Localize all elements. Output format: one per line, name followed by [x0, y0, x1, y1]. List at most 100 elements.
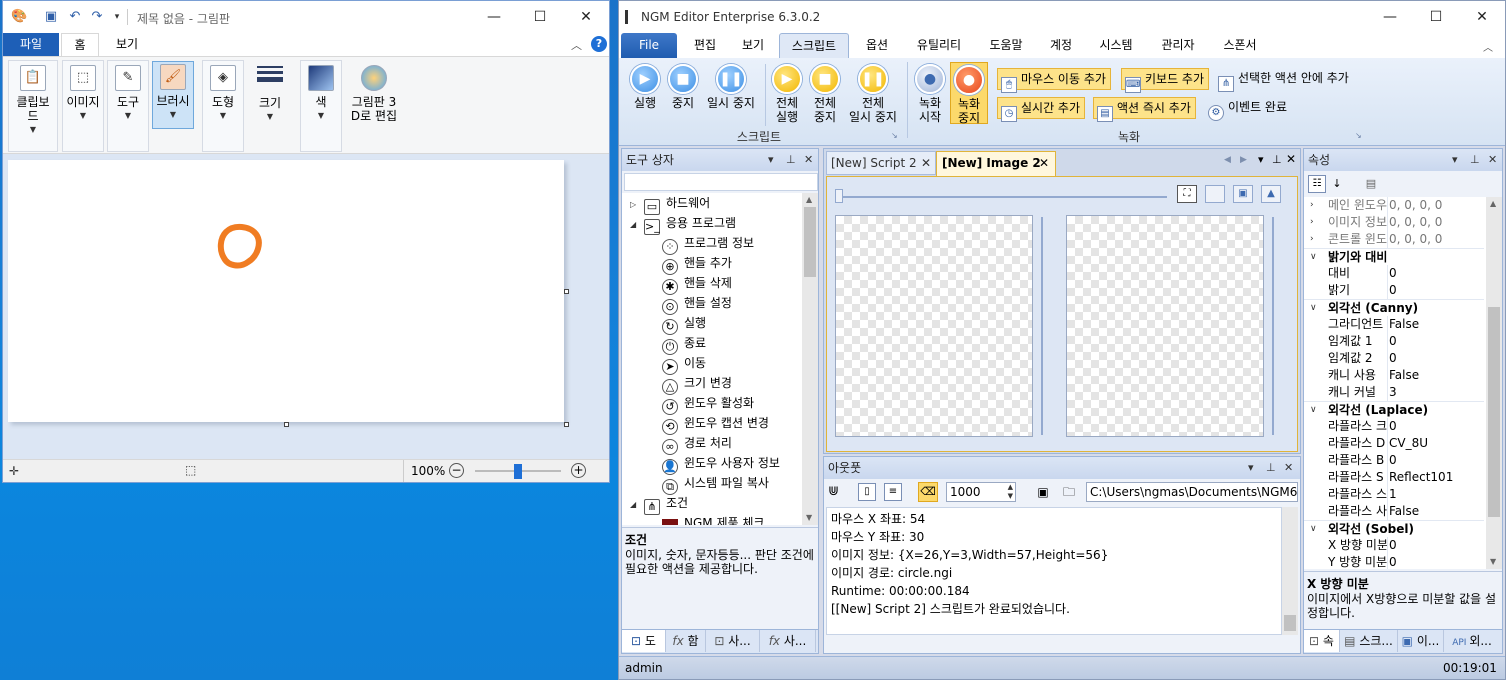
- property-value[interactable]: 0: [1389, 554, 1397, 569]
- image-icon[interactable]: ▣: [1233, 185, 1253, 203]
- add-action-now-button[interactable]: ▤ 액션 즉시 추가: [1093, 97, 1196, 122]
- zoom-slider-thumb[interactable]: [514, 464, 522, 479]
- menu-view[interactable]: 보기: [733, 33, 773, 58]
- paint-close-button[interactable]: ✕: [563, 1, 609, 33]
- tree-expander-icon[interactable]: ▷: [630, 195, 644, 215]
- property-value[interactable]: 0: [1389, 350, 1397, 367]
- property-value[interactable]: 0, 0, 0, 0: [1389, 231, 1442, 248]
- help-icon[interactable]: ?: [591, 36, 607, 52]
- property-row[interactable]: 라플라스 스1: [1304, 486, 1484, 503]
- tree-item[interactable]: ⟲ 윈도우 캡션 변경: [662, 413, 769, 435]
- tree-item[interactable]: ◢ >_ 응용 프로그램: [630, 213, 736, 235]
- shapes-button[interactable]: ◈ 도형 ▼: [202, 63, 244, 120]
- property-category[interactable]: ∨ 외각선 (Laplace): [1304, 401, 1484, 418]
- property-row[interactable]: 밝기 0: [1304, 282, 1484, 299]
- property-value[interactable]: CV_8U: [1389, 435, 1428, 452]
- scroll-tabs-right-icon[interactable]: ▶: [1240, 155, 1247, 165]
- spinner-icon[interactable]: ▲ ▼: [1008, 483, 1013, 501]
- tab-toolbox[interactable]: ⊡ 도: [622, 630, 666, 652]
- scroll-up-icon[interactable]: ▲: [806, 195, 812, 204]
- property-value[interactable]: 0: [1389, 282, 1397, 299]
- run-all-button[interactable]: ▶ 전체 실행: [769, 64, 805, 124]
- vertical-slider[interactable]: [1272, 217, 1274, 435]
- tree-item[interactable]: ∞ 경로 처리: [662, 433, 732, 455]
- expand-icon[interactable]: ›: [1310, 197, 1314, 214]
- property-value[interactable]: 0: [1389, 265, 1397, 282]
- event-complete-button[interactable]: ⚙ 이벤트 완료: [1205, 97, 1291, 121]
- pause-button[interactable]: ❚❚ 일시 중지: [703, 64, 759, 110]
- scroll-tabs-left-icon[interactable]: ◀: [1224, 155, 1231, 165]
- property-value[interactable]: False: [1389, 503, 1419, 520]
- property-value[interactable]: Reflect101: [1389, 469, 1453, 486]
- property-row[interactable]: 라플라스 S Reflect101: [1304, 469, 1484, 486]
- image-slider[interactable]: [837, 196, 1167, 198]
- property-row[interactable]: 그라디언트 False: [1304, 316, 1484, 333]
- tab-user-2[interactable]: fx 사...: [760, 630, 816, 652]
- collapse-icon[interactable]: ∨: [1310, 249, 1317, 266]
- size-button[interactable]: 크기 ▼: [249, 63, 291, 121]
- interval-input[interactable]: 1000 ▲ ▼: [946, 482, 1016, 502]
- stop-button[interactable]: ■ 중지: [663, 64, 703, 110]
- property-value[interactable]: 0: [1389, 333, 1397, 350]
- property-value[interactable]: 1: [1389, 486, 1397, 503]
- group-launcher-icon[interactable]: ↘: [1355, 131, 1362, 140]
- tree-item[interactable]: ■ NGM 제품 체크: [662, 513, 764, 525]
- pin-icon[interactable]: ⊥: [1266, 461, 1276, 474]
- dropdown-icon[interactable]: ▾: [1248, 461, 1254, 474]
- folder-icon[interactable]: 🗀: [1060, 483, 1078, 501]
- pause-all-button[interactable]: ❚❚ 전체 일시 중지: [845, 64, 901, 124]
- property-row[interactable]: 라플라스 크기0: [1304, 418, 1484, 435]
- tree-item[interactable]: ↺ 윈도우 활성화: [662, 393, 754, 415]
- properties-scrollbar[interactable]: ▲ ▼: [1486, 197, 1502, 569]
- property-row[interactable]: 임계값 1 0: [1304, 333, 1484, 350]
- scroll-up-icon[interactable]: ▲: [1490, 199, 1496, 208]
- add-in-selected-action-button[interactable]: ⋔ 선택한 액션 안에 추가: [1215, 68, 1353, 92]
- property-value[interactable]: 0: [1389, 452, 1397, 469]
- property-row[interactable]: › 메인 윈도우 0, 0, 0, 0: [1304, 197, 1484, 214]
- redo-icon[interactable]: ↷: [89, 9, 105, 25]
- property-row[interactable]: 라플라스 B 0: [1304, 452, 1484, 469]
- record-stop-button[interactable]: ● 녹화 중지: [950, 62, 988, 125]
- tree-item[interactable]: ⏻ 종료: [662, 333, 706, 355]
- scroll-down-icon[interactable]: ▼: [806, 513, 812, 522]
- tools-button[interactable]: ✎ 도구 ▼: [107, 63, 149, 120]
- property-category[interactable]: ∨ 외각선 (Canny): [1304, 299, 1484, 316]
- property-row[interactable]: 캐니 커널 3: [1304, 384, 1484, 401]
- property-value[interactable]: 0: [1389, 537, 1397, 554]
- record-start-button[interactable]: ● 녹화 시작: [911, 64, 949, 124]
- collapse-icon[interactable]: ∨: [1310, 402, 1317, 419]
- tree-item[interactable]: ⧉ 시스템 파일 복사: [662, 473, 769, 495]
- menu-help[interactable]: 도움말: [981, 33, 1031, 58]
- collapse-icon[interactable]: ∨: [1310, 300, 1317, 317]
- add-realtime-button[interactable]: ◷ 실시간 추가: [997, 97, 1086, 122]
- menu-system[interactable]: 시스템: [1091, 33, 1141, 58]
- property-row[interactable]: 임계값 2 0: [1304, 350, 1484, 367]
- tree-item[interactable]: ↻ 실행: [662, 313, 706, 335]
- tab-view[interactable]: 보기: [107, 33, 147, 56]
- tab-script[interactable]: ▤ 스크...: [1340, 630, 1398, 652]
- vertical-slider[interactable]: [1041, 217, 1043, 435]
- colors-button[interactable]: 색 ▼: [300, 63, 342, 120]
- edit-with-paint3d-button[interactable]: 그림판 3 D로 편집: [347, 63, 401, 123]
- expand-icon[interactable]: ›: [1310, 231, 1314, 248]
- tree-expander-icon[interactable]: ◢: [630, 215, 644, 235]
- tree-item[interactable]: ⊙ 핸들 설정: [662, 293, 732, 315]
- run-button[interactable]: ▶ 실행: [625, 64, 665, 110]
- categorized-icon[interactable]: ☷: [1308, 175, 1326, 193]
- close-icon[interactable]: ✕: [921, 152, 931, 174]
- image-slider-thumb[interactable]: [835, 189, 843, 203]
- undo-icon[interactable]: ↶: [67, 9, 83, 25]
- property-row[interactable]: 대비 0: [1304, 265, 1484, 282]
- property-row[interactable]: 라플라스 사용False: [1304, 503, 1484, 520]
- tree-item[interactable]: ◢ ⋔ 조건: [630, 493, 688, 515]
- tab-properties[interactable]: ⊡ 속: [1304, 630, 1340, 652]
- close-icon[interactable]: ✕: [804, 153, 813, 166]
- pin-icon[interactable]: ⊥: [1470, 153, 1480, 166]
- property-category[interactable]: ∨ 외각선 (Sobel): [1304, 520, 1484, 537]
- collapse-icon[interactable]: ∨: [1310, 521, 1317, 538]
- collapse-ribbon-icon[interactable]: ︿: [571, 37, 582, 53]
- dropdown-icon[interactable]: ▾: [1452, 153, 1458, 166]
- property-value[interactable]: 0, 0, 0, 0: [1389, 197, 1442, 214]
- property-row[interactable]: › 이미지 정보 0, 0, 0, 0: [1304, 214, 1484, 231]
- menu-options[interactable]: 옵션: [857, 33, 897, 58]
